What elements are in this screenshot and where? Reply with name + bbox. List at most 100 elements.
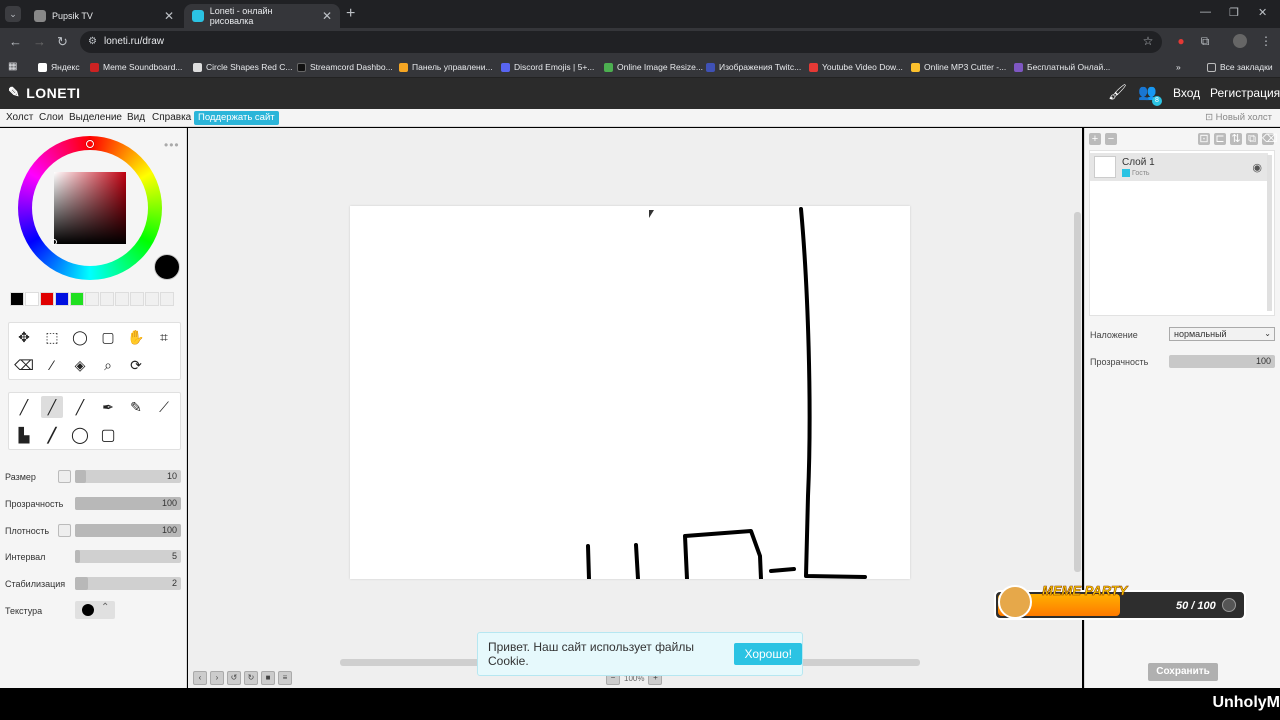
soft-brush-icon[interactable]: ╱ <box>69 396 91 418</box>
opacity-slider[interactable]: 100 <box>75 497 181 510</box>
apps-icon[interactable]: ▦ <box>8 56 17 78</box>
swatch[interactable] <box>70 292 84 306</box>
swatch[interactable] <box>85 292 99 306</box>
bookmark-item[interactable]: Изображения Twitc... <box>706 56 801 78</box>
swatch[interactable] <box>10 292 24 306</box>
density-slider[interactable]: 100 <box>75 524 181 537</box>
size-slider[interactable]: 10 <box>75 470 181 483</box>
menu-canvas[interactable]: Холст <box>6 112 33 123</box>
line-icon[interactable]: ╱ <box>41 424 63 446</box>
blend-mode-select[interactable]: нормальный ⌄ <box>1169 327 1275 341</box>
bookmark-item[interactable]: Streamcord Dashbo... <box>297 56 393 78</box>
forward-icon[interactable]: → <box>33 35 46 49</box>
bookmark-item[interactable]: Online Image Resize... <box>604 56 703 78</box>
undo-icon[interactable]: ↺ <box>227 671 241 685</box>
bookmark-item[interactable]: Online MP3 Cutter -... <box>911 56 1006 78</box>
pattern-icon[interactable]: ▙ <box>13 424 35 446</box>
pen-icon[interactable]: ✒ <box>97 396 119 418</box>
eye-icon[interactable]: ◉ <box>1252 161 1262 174</box>
paint-brush-icon[interactable]: 🖌 <box>1108 83 1127 101</box>
duplicate-layer-icon[interactable]: ⧉ <box>1246 133 1258 145</box>
circle-shape-icon[interactable]: ◯ <box>69 424 91 446</box>
cookie-ok-button[interactable]: Хорошо! <box>734 643 802 665</box>
more-bookmarks-icon[interactable]: » <box>1176 56 1181 78</box>
move-layer-icon[interactable]: ⇅ <box>1230 133 1242 145</box>
hand-icon[interactable]: ✋ <box>125 326 147 348</box>
save-button[interactable]: Сохранить <box>1148 663 1218 681</box>
more-options-icon[interactable]: ••• <box>164 138 180 152</box>
stop-icon[interactable]: ■ <box>261 671 275 685</box>
lasso-icon[interactable]: ◯ <box>69 326 91 348</box>
tab-loneti[interactable]: Loneti - онлайн рисовалка ✕ <box>184 4 340 28</box>
login-link[interactable]: Вход <box>1173 86 1200 100</box>
bookmark-item[interactable]: Circle Shapes Red C... <box>193 56 292 78</box>
close-tab-icon[interactable]: ✕ <box>322 9 332 23</box>
menu-layers[interactable]: Слои <box>39 112 63 123</box>
extension-icon[interactable]: ● <box>1174 34 1188 48</box>
swatch[interactable] <box>160 292 174 306</box>
logo[interactable]: ✎ LONETI <box>8 84 81 101</box>
new-canvas-button[interactable]: ⊡ Новый холст <box>1205 112 1272 123</box>
address-bar[interactable]: ⚙ loneti.ru/draw <box>80 31 1162 53</box>
browser-menu-icon[interactable]: ⋮ <box>1259 34 1273 48</box>
menu-view[interactable]: Вид <box>127 112 145 123</box>
smudge-icon[interactable]: ⟋ <box>153 396 175 418</box>
close-window-icon[interactable]: ✕ <box>1258 6 1267 19</box>
texture-select[interactable]: ⌃ <box>75 601 115 619</box>
lock-layer-icon[interactable]: ⊡ <box>1198 133 1210 145</box>
crop-icon[interactable]: ⌗ <box>153 326 175 348</box>
swatch[interactable] <box>115 292 129 306</box>
layers-scrollbar[interactable] <box>1267 155 1272 311</box>
next-icon[interactable]: › <box>210 671 224 685</box>
support-button[interactable]: Поддержать сайт <box>194 111 279 125</box>
tab-search-icon[interactable]: ⌄ <box>5 6 21 22</box>
merge-layer-icon[interactable]: ⊏ <box>1214 133 1226 145</box>
vertical-scrollbar[interactable] <box>1074 212 1081 572</box>
swatch[interactable] <box>40 292 54 306</box>
close-tab-icon[interactable]: ✕ <box>164 9 174 23</box>
minimize-icon[interactable]: — <box>1200 6 1211 18</box>
eraser-icon[interactable]: ⌫ <box>13 354 35 376</box>
swatch[interactable] <box>25 292 39 306</box>
current-color[interactable] <box>154 254 180 280</box>
reload-icon[interactable]: ↻ <box>57 35 68 49</box>
add-layer-icon[interactable]: + <box>1089 133 1101 145</box>
extensions-puzzle-icon[interactable]: ⧉ <box>1198 34 1212 48</box>
maximize-icon[interactable]: ❐ <box>1229 6 1239 19</box>
stabilization-slider[interactable]: 2 <box>75 577 181 590</box>
bookmark-item[interactable]: Панель управлени... <box>399 56 493 78</box>
new-tab-button[interactable]: + <box>346 5 355 23</box>
hue-marker[interactable] <box>86 140 94 148</box>
marker-icon[interactable]: ✎ <box>125 396 147 418</box>
swatch[interactable] <box>130 292 144 306</box>
bookmark-item[interactable]: Youtube Video Dow... <box>809 56 903 78</box>
menu-selection[interactable]: Выделение <box>69 112 122 123</box>
bookmark-item[interactable]: Meme Soundboard... <box>90 56 182 78</box>
zoom-icon[interactable]: ⌕ <box>97 354 119 376</box>
layer-item[interactable]: Слой 1 Гость ◉ <box>1090 153 1268 181</box>
site-info-icon[interactable]: ⚙ <box>88 31 97 53</box>
pencil-icon[interactable]: ╱ <box>13 396 35 418</box>
profile-avatar[interactable] <box>1233 34 1247 48</box>
bookmark-item[interactable]: Бесплатный Онлай... <box>1014 56 1110 78</box>
density-pressure-checkbox[interactable] <box>58 524 71 537</box>
all-bookmarks[interactable]: Все закладки <box>1207 56 1273 78</box>
swatch[interactable] <box>100 292 114 306</box>
rect-select-icon[interactable]: ⬚ <box>41 326 63 348</box>
transform-icon[interactable]: ▢ <box>97 326 119 348</box>
bookmark-star-icon[interactable]: ☆ <box>1141 34 1155 48</box>
remove-layer-icon[interactable]: − <box>1105 133 1117 145</box>
rectangle-shape-icon[interactable]: ▢ <box>97 424 119 446</box>
rotate-icon[interactable]: ⟳ <box>125 354 147 376</box>
color-marker[interactable] <box>51 239 57 245</box>
layer-opacity-slider[interactable]: 100 <box>1169 355 1275 368</box>
eyedropper-icon[interactable]: ⁄ <box>41 354 63 376</box>
swatch[interactable] <box>55 292 69 306</box>
bookmark-item[interactable]: Яндекс <box>38 56 80 78</box>
saturation-picker[interactable] <box>54 172 126 244</box>
back-icon[interactable]: ← <box>9 35 22 49</box>
drawing-canvas[interactable] <box>350 206 910 581</box>
register-link[interactable]: Регистрация <box>1210 86 1280 100</box>
move-tool-icon[interactable]: ✥ <box>13 326 35 348</box>
history-list-icon[interactable]: ≡ <box>278 671 292 685</box>
